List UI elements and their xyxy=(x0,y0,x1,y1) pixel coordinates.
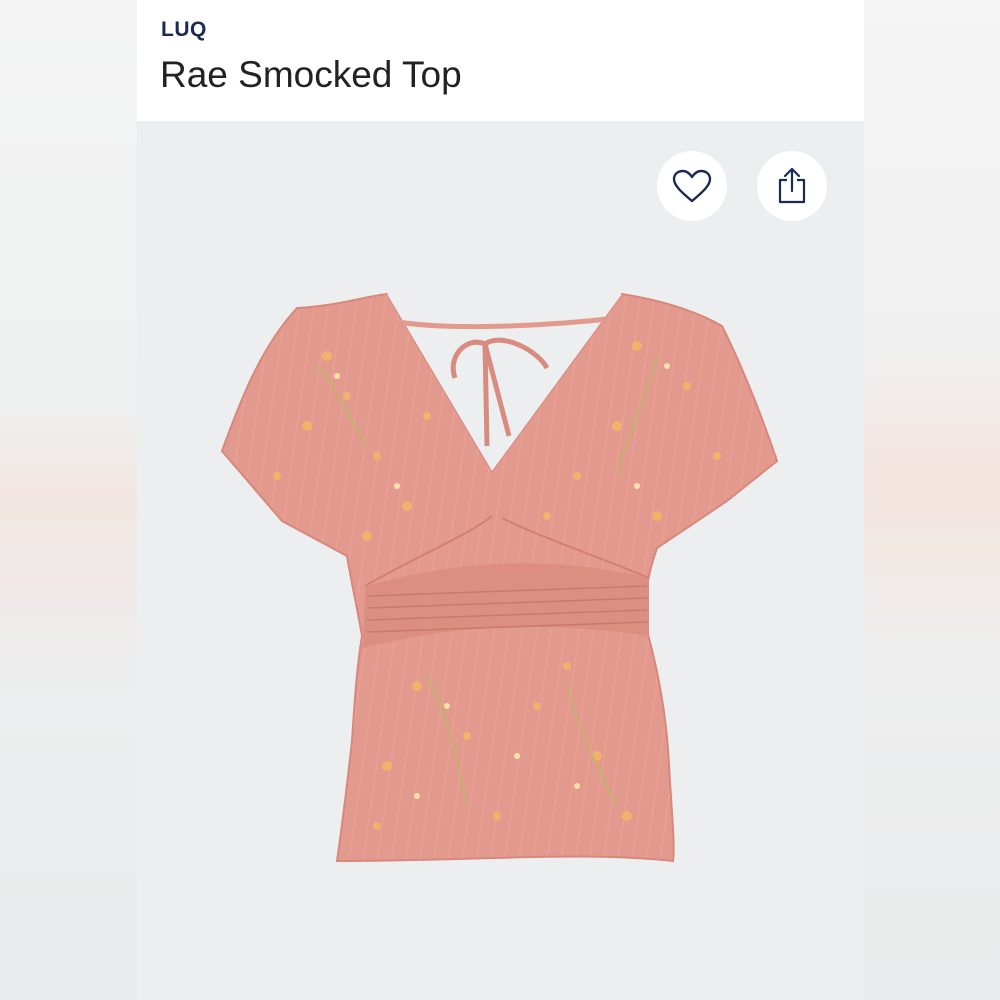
brand-link[interactable]: LUQ xyxy=(161,18,207,42)
product-image xyxy=(220,292,779,863)
share-button[interactable] xyxy=(757,151,827,221)
product-title: Rae Smocked Top xyxy=(160,54,462,95)
heart-icon xyxy=(672,169,712,203)
blurred-background-right xyxy=(863,0,1000,1000)
share-icon xyxy=(778,167,806,204)
product-header: LUQ Rae Smocked Top xyxy=(137,0,864,121)
product-card: LUQ Rae Smocked Top xyxy=(137,0,864,1000)
favorite-button[interactable] xyxy=(657,151,727,221)
blurred-background-left xyxy=(0,0,137,1000)
product-image-area xyxy=(137,121,864,1000)
